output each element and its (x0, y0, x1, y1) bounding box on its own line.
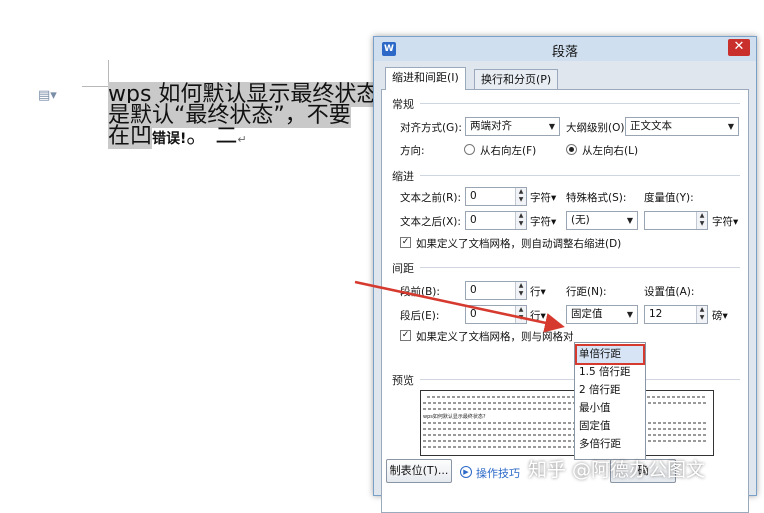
indent-after-value: 0 (470, 214, 477, 226)
section-indent: 缩进 (392, 170, 414, 183)
line-spacing-value: 固定值 (571, 308, 603, 320)
align-select-value: 两端对齐 (470, 120, 512, 132)
indent-before-label: 文本之前(R): (400, 192, 462, 204)
paragraph-handle-icon[interactable]: ▤▾ (38, 88, 57, 103)
section-divider (420, 103, 740, 104)
space-after-unit[interactable]: 行▾ (530, 308, 546, 323)
measure-label: 度量值(Y): (644, 192, 694, 204)
spinner-icon[interactable]: ▲ ▼ (515, 282, 526, 299)
special-format-label: 特殊格式(S): (566, 192, 627, 204)
direction-label: 方向: (400, 145, 425, 157)
tab-line-page-break[interactable]: 换行和分页(P) (474, 69, 559, 90)
preview-line (423, 402, 707, 404)
paragraph-dialog: W 段落 ✕ 缩进和间距(I) 换行和分页(P) 常规 对齐方式(G): 两端对… (373, 36, 757, 513)
option-at-least[interactable]: 最小值 (577, 400, 643, 417)
line-spacing-select[interactable]: 固定值 ▼ (566, 305, 638, 324)
doc-field-error: 错误! (152, 131, 187, 147)
dialog-titlebar[interactable]: W 段落 ✕ (374, 37, 756, 61)
special-format-select[interactable]: (无) ▼ (566, 211, 638, 230)
set-value-input[interactable]: 12 ▲ ▼ (644, 305, 708, 324)
section-general: 常规 (392, 98, 414, 111)
line-spacing-dropdown: 单倍行距 1.5 倍行距 2 倍行距 最小值 固定值 多倍行距 (574, 342, 646, 460)
option-1-5[interactable]: 1.5 倍行距 (577, 364, 643, 381)
rtl-label: 从右向左(F) (480, 145, 537, 157)
tips-link[interactable]: 操作技巧 (476, 465, 520, 481)
option-double[interactable]: 2 倍行距 (577, 382, 643, 399)
tab-indent-spacing[interactable]: 缩进和间距(I) (385, 67, 466, 90)
outline-select-value: 正文文本 (630, 120, 672, 132)
option-multiple[interactable]: 多倍行距 (577, 436, 643, 453)
ltr-radio[interactable] (566, 144, 577, 155)
outline-select[interactable]: 正文文本 ▼ (625, 117, 739, 136)
dialog-content: 缩进和间距(I) 换行和分页(P) 常规 对齐方式(G): 两端对齐 ▼ 大纲级… (381, 65, 749, 513)
snap-to-grid-label: 如果定义了文档网格，则与网格对 (416, 331, 574, 343)
preview-line (423, 408, 573, 410)
space-after-input[interactable]: 0 ▲ ▼ (465, 305, 527, 324)
tab-stops-button[interactable]: 制表位(T)... (386, 459, 452, 483)
close-button[interactable]: ✕ (728, 39, 750, 56)
spinner-icon[interactable]: ▲ ▼ (515, 212, 526, 229)
doc-line-3-start: 在凹 (108, 124, 153, 149)
space-before-input[interactable]: 0 ▲ ▼ (465, 281, 527, 300)
spinner-icon[interactable]: ▲ ▼ (696, 306, 707, 323)
space-after-value: 0 (470, 308, 477, 320)
set-value-value: 12 (649, 308, 663, 320)
line-spacing-label: 行距(N): (566, 286, 607, 298)
auto-right-indent-label: 如果定义了文档网格，则自动调整右缩进(D) (416, 238, 622, 250)
option-exactly[interactable]: 固定值 (577, 418, 643, 435)
space-before-label: 段前(B): (400, 286, 440, 298)
indent-after-label: 文本之后(X): (400, 216, 461, 228)
section-divider (420, 175, 740, 176)
spinner-icon[interactable]: ▲ ▼ (696, 212, 707, 229)
paragraph-mark-icon: ↵ (237, 133, 247, 146)
set-value-unit[interactable]: 磅▾ (712, 308, 728, 323)
special-format-value: (无) (571, 214, 590, 226)
measure-input[interactable]: ▲ ▼ (644, 211, 708, 230)
ltr-label: 从左向右(L) (582, 145, 639, 157)
measure-unit[interactable]: 字符▾ (712, 214, 738, 229)
indent-before-unit[interactable]: 字符▾ (530, 190, 556, 205)
option-single[interactable]: 单倍行距 (575, 344, 645, 365)
document-body[interactable]: wps 如何默认显示最终状态 是默认“最终状态”，不要 在凹错误!。 二↵ (108, 82, 398, 150)
space-before-unit[interactable]: 行▾ (530, 284, 546, 299)
doc-line-3-end: 。 二 (186, 124, 238, 149)
chevron-down-icon: ▼ (548, 122, 555, 131)
watermark: 知乎 @阿德办公图文 (528, 459, 706, 481)
chevron-down-icon: ▼ (727, 122, 734, 131)
preview-line (423, 422, 707, 424)
preview-line (423, 440, 707, 442)
page-corner-mark-horizontal (82, 86, 108, 87)
spinner-icon[interactable]: ▲ ▼ (515, 188, 526, 205)
spinner-icon[interactable]: ▲ ▼ (515, 306, 526, 323)
play-tip-icon: ▶ (460, 466, 472, 478)
space-before-value: 0 (470, 284, 477, 296)
outline-label: 大纲级别(O): (566, 122, 628, 134)
indent-before-input[interactable]: 0 ▲ ▼ (465, 187, 527, 206)
rtl-radio[interactable] (464, 144, 475, 155)
auto-right-indent-checkbox[interactable]: ✓ (400, 237, 411, 248)
preview-sample-text: wps如何默认显示最终状态? (423, 414, 486, 420)
chevron-down-icon: ▼ (626, 310, 633, 319)
preview-line (423, 428, 707, 430)
indent-before-value: 0 (470, 190, 477, 202)
preview-box: wps如何默认显示最终状态? (420, 390, 714, 456)
align-select[interactable]: 两端对齐 ▼ (465, 117, 560, 136)
section-spacing: 间距 (392, 262, 414, 275)
set-value-label: 设置值(A): (644, 286, 695, 298)
align-label: 对齐方式(G): (400, 122, 462, 134)
indent-after-unit[interactable]: 字符▾ (530, 214, 556, 229)
snap-to-grid-checkbox[interactable]: ✓ (400, 330, 411, 341)
preview-line (423, 434, 707, 436)
section-preview: 预览 (392, 374, 414, 387)
tab-panel: 常规 对齐方式(G): 两端对齐 ▼ 大纲级别(O): 正文文本 ▼ 方向: 从… (381, 89, 749, 513)
preview-line (427, 396, 707, 398)
dialog-title: 段落 (551, 45, 578, 60)
chevron-down-icon: ▼ (626, 216, 633, 225)
indent-after-input[interactable]: 0 ▲ ▼ (465, 211, 527, 230)
space-after-label: 段后(E): (400, 310, 440, 322)
section-divider (420, 267, 740, 268)
